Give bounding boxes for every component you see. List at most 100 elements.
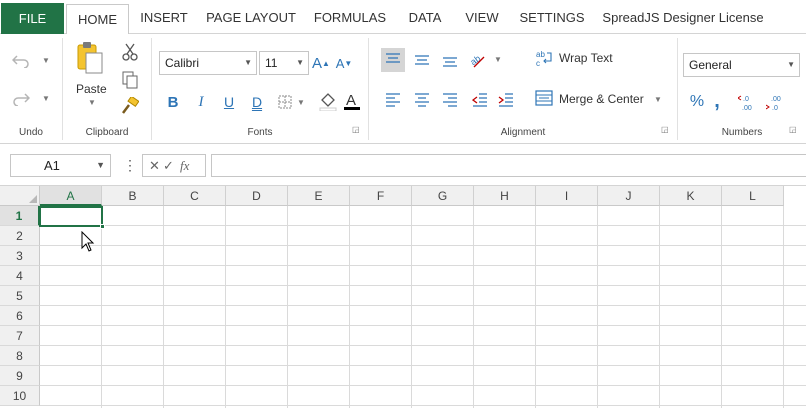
group-divider	[677, 38, 678, 140]
formula-input[interactable]	[211, 154, 806, 177]
orientation-icon[interactable]: ab	[466, 48, 490, 72]
column-header[interactable]: L	[722, 186, 784, 206]
tab-formulas[interactable]: FORMULAS	[312, 0, 388, 34]
align-middle-icon[interactable]	[410, 48, 434, 72]
formula-buttons: ✕ ✓ fx	[142, 154, 206, 177]
tab-license[interactable]: SpreadJS Designer License	[600, 0, 766, 34]
row-header[interactable]: 4	[0, 266, 40, 286]
column-header[interactable]: D	[226, 186, 288, 206]
redo-icon[interactable]	[10, 88, 32, 110]
increase-decimal-icon[interactable]: .0.00	[738, 92, 760, 112]
merge-center-icon[interactable]	[534, 88, 554, 108]
paste-label[interactable]: Paste	[76, 82, 107, 96]
column-header[interactable]: K	[660, 186, 722, 206]
column-header[interactable]: B	[102, 186, 164, 206]
format-painter-icon[interactable]	[120, 96, 140, 116]
wrap-text-button[interactable]: Wrap Text	[559, 51, 613, 65]
merge-dropdown-icon[interactable]: ▼	[654, 95, 662, 104]
column-header[interactable]: E	[288, 186, 350, 206]
tab-data[interactable]: DATA	[403, 0, 447, 34]
decrease-decimal-icon[interactable]: .00.0	[766, 92, 788, 112]
underline-icon[interactable]: U	[220, 92, 238, 112]
align-top-icon[interactable]	[381, 48, 405, 72]
tab-home[interactable]: HOME	[66, 4, 129, 35]
wrap-text-icon[interactable]: ab c	[534, 48, 554, 68]
fill-handle[interactable]	[100, 224, 105, 229]
tab-page-layout[interactable]: PAGE LAYOUT	[206, 0, 296, 34]
tab-insert[interactable]: INSERT	[136, 0, 192, 34]
enter-icon[interactable]: ✓	[163, 158, 174, 174]
orientation-dropdown-icon[interactable]: ▼	[494, 55, 502, 64]
select-all-icon	[29, 195, 37, 203]
number-format-value: General	[689, 58, 732, 72]
column-header[interactable]: H	[474, 186, 536, 206]
paste-icon[interactable]	[74, 40, 106, 76]
numbers-launcher-icon[interactable]: ◲	[789, 126, 797, 134]
row-header[interactable]: 7	[0, 326, 40, 346]
group-divider	[368, 38, 369, 140]
svg-text:.0: .0	[772, 105, 778, 111]
font-color-icon[interactable]: A	[342, 90, 362, 112]
fonts-launcher-icon[interactable]: ◲	[352, 126, 360, 134]
paste-dropdown-icon[interactable]: ▼	[88, 98, 96, 107]
cut-icon[interactable]	[120, 42, 140, 62]
group-label-numbers: Numbers	[721, 127, 763, 138]
name-box[interactable]: A1 ▼	[10, 154, 111, 177]
select-all-corner[interactable]	[0, 186, 40, 206]
column-header[interactable]: G	[412, 186, 474, 206]
row-header[interactable]: 6	[0, 306, 40, 326]
group-label-undo: Undo	[19, 127, 43, 138]
border-dropdown-icon[interactable]: ▼	[297, 98, 305, 107]
align-bottom-icon[interactable]	[438, 48, 462, 72]
column-header[interactable]: I	[536, 186, 598, 206]
undo-dropdown-icon[interactable]: ▼	[42, 56, 50, 65]
row-header[interactable]: 2	[0, 226, 40, 246]
comma-icon[interactable]: ,	[710, 90, 724, 112]
font-size-select[interactable]: 11 ▼	[259, 51, 309, 75]
chevron-down-icon: ▼	[96, 160, 105, 170]
copy-icon[interactable]	[120, 70, 140, 90]
column-header[interactable]: F	[350, 186, 412, 206]
double-underline-icon[interactable]: D	[248, 92, 266, 112]
italic-icon[interactable]: I	[192, 92, 210, 112]
column-header[interactable]: A	[40, 186, 102, 206]
font-name-select[interactable]: Calibri ▼	[159, 51, 257, 75]
decrease-font-icon[interactable]: A ▼	[335, 53, 353, 73]
row-header[interactable]: 1	[0, 206, 40, 226]
more-options-icon[interactable]: ⋮	[123, 154, 137, 176]
increase-indent-icon[interactable]	[494, 88, 518, 112]
column-header[interactable]: J	[598, 186, 660, 206]
undo-icon[interactable]	[10, 50, 32, 72]
menu-bar: FILE HOME INSERT PAGE LAYOUT FORMULAS DA…	[0, 0, 806, 35]
row-header[interactable]: 5	[0, 286, 40, 306]
align-left-icon[interactable]	[381, 88, 405, 112]
tab-settings[interactable]: SETTINGS	[518, 0, 586, 34]
align-center-icon[interactable]	[410, 88, 434, 112]
number-format-select[interactable]: General ▼	[683, 53, 800, 77]
decrease-indent-icon[interactable]	[468, 88, 492, 112]
fill-color-icon[interactable]	[318, 90, 338, 112]
active-cell[interactable]	[39, 206, 103, 227]
tab-file[interactable]: FILE	[1, 3, 64, 34]
redo-dropdown-icon[interactable]: ▼	[42, 94, 50, 103]
increase-font-icon[interactable]: A ▲	[312, 53, 330, 73]
tab-view[interactable]: VIEW	[461, 0, 503, 34]
align-right-icon[interactable]	[438, 88, 462, 112]
row-header[interactable]: 8	[0, 346, 40, 366]
fx-icon[interactable]: fx	[180, 158, 189, 174]
alignment-launcher-icon[interactable]: ◲	[661, 126, 669, 134]
merge-center-button[interactable]: Merge & Center	[559, 92, 644, 106]
font-name-value: Calibri	[165, 56, 200, 70]
row-header[interactable]: 3	[0, 246, 40, 266]
row-header[interactable]: 10	[0, 386, 40, 406]
cancel-icon[interactable]: ✕	[149, 158, 160, 174]
border-icon[interactable]	[276, 92, 294, 112]
group-divider	[62, 38, 63, 140]
row-header[interactable]: 9	[0, 366, 40, 386]
chevron-down-icon: ▼	[244, 58, 252, 67]
svg-text:.00: .00	[771, 96, 781, 103]
cell-area[interactable]	[40, 206, 806, 408]
percent-icon[interactable]: %	[688, 92, 706, 112]
bold-icon[interactable]: B	[164, 92, 182, 112]
column-header[interactable]: C	[164, 186, 226, 206]
